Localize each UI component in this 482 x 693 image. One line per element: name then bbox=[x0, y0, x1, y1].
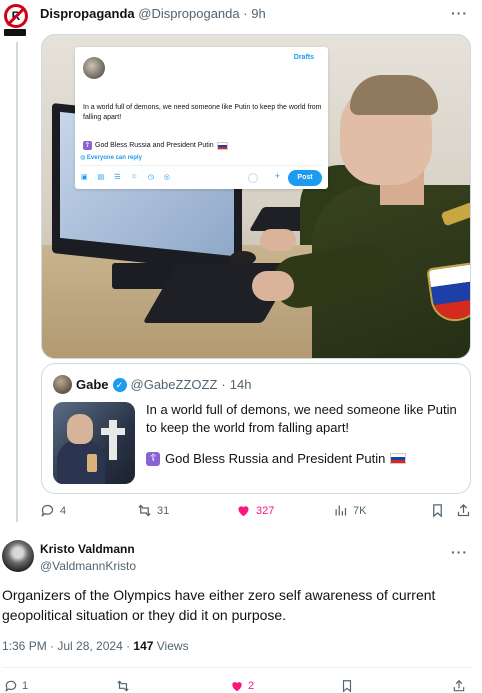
repost-icon bbox=[138, 504, 151, 517]
image-icon: ▣ bbox=[81, 174, 88, 181]
like-icon bbox=[238, 506, 249, 517]
bookmark-button[interactable] bbox=[430, 503, 445, 518]
quoted-author-handle[interactable]: @GabeZZOZZ bbox=[131, 377, 218, 392]
everyone-can-reply-label: ◍ Everyone can reply bbox=[80, 155, 142, 161]
main-reply-count: 1 bbox=[22, 680, 29, 692]
quoted-author-name[interactable]: Gabe bbox=[76, 377, 109, 392]
more-options-button[interactable]: ··· bbox=[451, 5, 468, 21]
main-tweet-actions: 1 2 bbox=[0, 679, 482, 693]
main-tweet-text: Organizers of the Olympics have either z… bbox=[2, 587, 436, 623]
like-button[interactable]: 327 bbox=[236, 503, 274, 518]
main-like-count: 2 bbox=[248, 680, 255, 692]
quoted-tweet-card[interactable]: Gabe ✓ @GabeZZOZZ · 14h In a world full … bbox=[41, 363, 471, 494]
add-post-icon: + bbox=[274, 171, 280, 181]
repost-count: 31 bbox=[157, 504, 170, 517]
tweet-actions: 4 31 327 7K bbox=[40, 503, 472, 523]
main-views-label: Views bbox=[153, 639, 189, 653]
draft-post-button: Post bbox=[288, 170, 322, 186]
main-like-button[interactable]: 2 bbox=[230, 679, 254, 693]
views-count: 7K bbox=[353, 504, 367, 517]
reply-count: 4 bbox=[60, 504, 67, 517]
like-icon bbox=[232, 682, 242, 692]
main-reply-button[interactable]: 1 bbox=[4, 679, 28, 693]
drafts-link: Drafts bbox=[293, 54, 314, 61]
thread-connector-line bbox=[16, 42, 18, 522]
main-author-name[interactable]: Kristo Valdmann bbox=[40, 542, 135, 556]
quoted-header: Gabe ✓ @GabeZZOZZ · 14h bbox=[76, 377, 251, 392]
bookmark-icon bbox=[433, 504, 442, 518]
share-icon bbox=[457, 503, 470, 517]
views-button[interactable]: 7K bbox=[333, 503, 366, 518]
gif-icon: ▤ bbox=[97, 174, 105, 181]
draft-toolbar-icons: ▣ ▤ ☰ ☺ ◷ ◎ bbox=[81, 173, 170, 181]
main-tweet-meta: 1:36 PM · Jul 28, 2024 · 147 Views bbox=[2, 639, 189, 653]
kristo-avatar[interactable] bbox=[2, 540, 34, 572]
share-icon bbox=[453, 679, 465, 692]
reply-icon bbox=[41, 504, 54, 517]
quoted-author-avatar[interactable] bbox=[53, 375, 72, 394]
bookmark-icon bbox=[342, 680, 352, 693]
verified-icon: ✓ bbox=[112, 377, 127, 392]
separator-dot: · bbox=[221, 377, 226, 392]
quoted-tweet-time[interactable]: 14h bbox=[230, 377, 252, 392]
author-handle[interactable]: @Dispropoganda bbox=[138, 6, 239, 21]
draft-avatar bbox=[83, 57, 105, 79]
repost-icon bbox=[117, 680, 129, 692]
tweet-time[interactable]: 9h bbox=[251, 6, 265, 21]
orthodox-cross-icon: ☦ bbox=[146, 451, 160, 466]
reply-icon bbox=[5, 680, 17, 693]
tweet-header: Dispropaganda @Dispropoganda · 9h bbox=[40, 6, 266, 21]
main-views-count: 147 bbox=[133, 639, 154, 653]
schedule-icon: ◷ bbox=[147, 174, 154, 181]
main-bookmark-button[interactable] bbox=[340, 679, 354, 693]
avatar-tag bbox=[4, 29, 26, 36]
like-count: 327 bbox=[256, 504, 275, 517]
quoted-tweet-text: In a world full of demons, we need someo… bbox=[146, 402, 457, 435]
char-count-circle bbox=[248, 173, 258, 183]
location-icon: ◎ bbox=[163, 174, 170, 181]
draft-text: In a world full of demons, we need someo… bbox=[83, 104, 322, 121]
reply-button[interactable]: 4 bbox=[40, 503, 66, 518]
russia-flag-icon bbox=[216, 141, 228, 150]
share-button[interactable] bbox=[456, 503, 471, 518]
draft-bless-text: God Bless Russia and President Putin bbox=[95, 142, 214, 149]
poll-icon: ☰ bbox=[114, 174, 121, 181]
quoted-bless-line: ☦ God Bless Russia and President Putin bbox=[146, 451, 407, 466]
emoji-icon: ☺ bbox=[130, 173, 138, 180]
draft-separator bbox=[80, 165, 323, 166]
tweet-media-image[interactable]: Drafts In a world full of demons, we nee… bbox=[41, 34, 471, 359]
draft-compose-screenshot: Drafts In a world full of demons, we nee… bbox=[75, 47, 328, 189]
dispropaganda-avatar[interactable]: R bbox=[4, 4, 30, 38]
orthodox-cross-icon: ☦ bbox=[83, 141, 92, 150]
main-more-options-button[interactable]: ··· bbox=[451, 544, 468, 560]
separator-dot: · bbox=[243, 6, 248, 21]
main-divider bbox=[2, 667, 472, 668]
draft-bless-line: ☦ God Bless Russia and President Putin bbox=[83, 141, 228, 150]
no-symbol-logo: R bbox=[4, 4, 28, 28]
repost-button[interactable]: 31 bbox=[137, 503, 169, 518]
main-share-button[interactable] bbox=[452, 679, 466, 693]
quoted-tweet-thumbnail[interactable] bbox=[53, 402, 135, 484]
main-repost-button[interactable] bbox=[116, 679, 130, 693]
main-author-handle[interactable]: @ValdmannKristo bbox=[40, 559, 136, 573]
author-name[interactable]: Dispropaganda bbox=[40, 6, 135, 21]
views-icon bbox=[335, 505, 347, 516]
russia-flag-icon bbox=[390, 453, 407, 464]
main-tweet-timestamp[interactable]: 1:36 PM · Jul 28, 2024 · bbox=[2, 639, 133, 653]
quoted-bless-text: God Bless Russia and President Putin bbox=[165, 451, 386, 466]
